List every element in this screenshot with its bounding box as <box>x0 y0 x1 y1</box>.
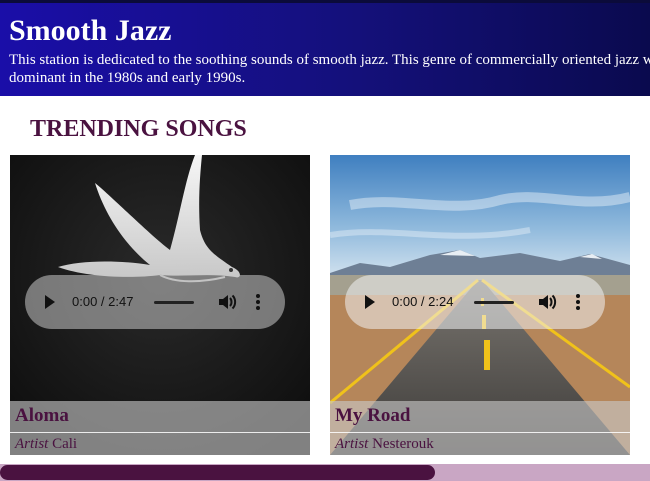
volume-icon[interactable] <box>537 292 557 312</box>
song-info: Aloma Artist Cali <box>10 401 310 455</box>
song-card: 0:00 / 2:24 My Road Artist Nesterouk <box>330 155 630 455</box>
artist-label: Artist <box>15 436 49 452</box>
artist-name: Nesterouk <box>372 436 434 452</box>
artist-label: Artist <box>335 436 369 452</box>
divider <box>330 432 630 433</box>
play-icon[interactable] <box>45 295 55 309</box>
audio-player: 0:00 / 2:47 <box>25 275 285 329</box>
audio-player: 0:00 / 2:24 <box>345 275 605 329</box>
song-artist: Artist Nesterouk <box>335 436 434 453</box>
more-options-icon[interactable] <box>575 293 581 311</box>
song-title: My Road <box>335 405 411 426</box>
more-options-icon[interactable] <box>255 293 261 311</box>
artist-name: Cali <box>52 436 78 452</box>
song-card: 0:00 / 2:47 Aloma Artist Cali <box>10 155 310 455</box>
song-title: Aloma <box>15 405 69 426</box>
song-artist: Artist Cali <box>15 436 77 453</box>
station-description: This station is dedicated to the soothin… <box>9 52 650 86</box>
playback-time: 0:00 / 2:24 <box>392 294 454 309</box>
progress-slider[interactable] <box>154 301 194 304</box>
page-header: Smooth Jazz This station is dedicated to… <box>0 0 650 96</box>
playback-time: 0:00 / 2:47 <box>72 294 134 309</box>
play-icon[interactable] <box>365 295 375 309</box>
divider <box>10 432 310 433</box>
volume-icon[interactable] <box>217 292 237 312</box>
song-info: My Road Artist Nesterouk <box>330 401 630 455</box>
progress-slider[interactable] <box>474 301 514 304</box>
scrollbar-thumb[interactable] <box>0 465 435 480</box>
page-title: Smooth Jazz <box>9 14 172 47</box>
section-title: TRENDING SONGS <box>30 116 247 142</box>
